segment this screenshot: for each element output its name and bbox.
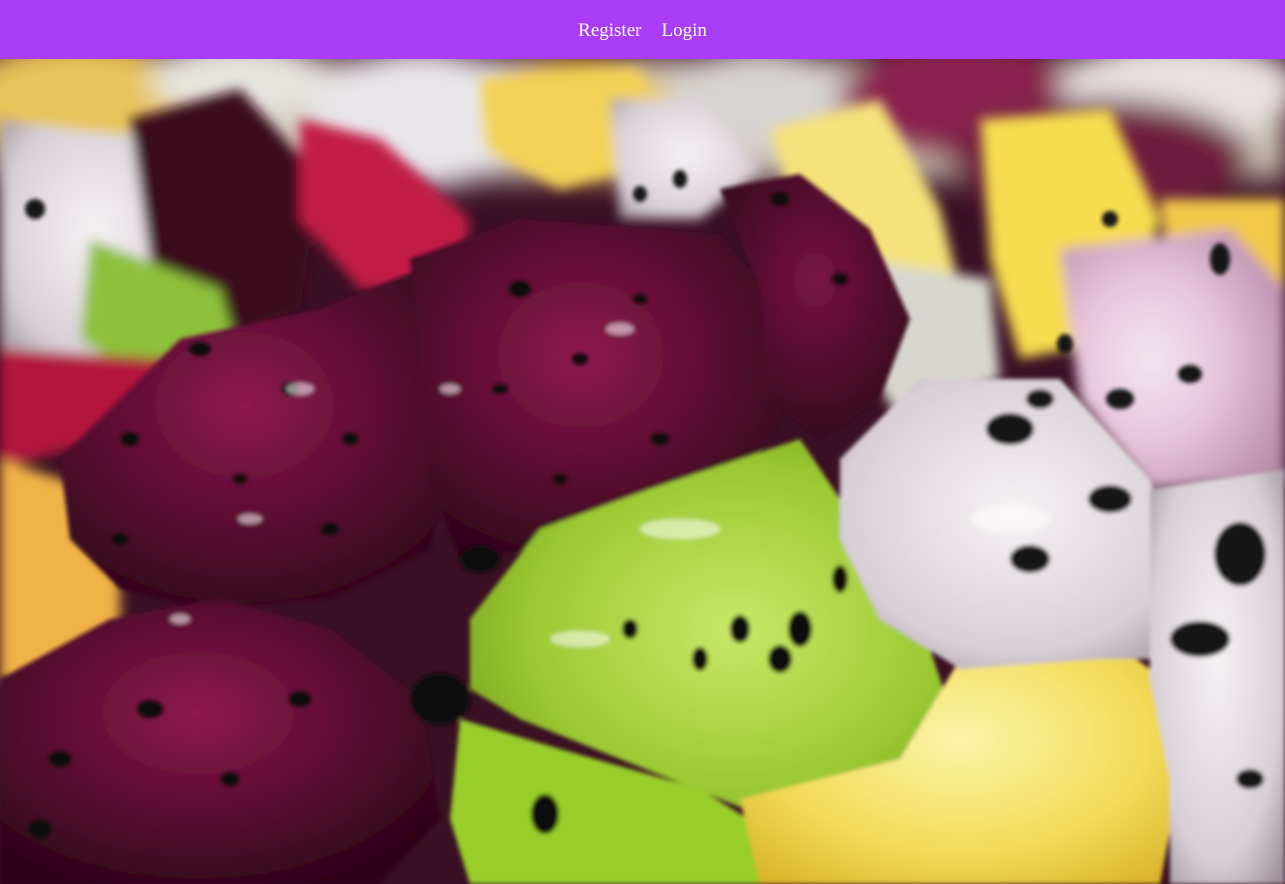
fruit-salad-photo [0,59,1285,884]
login-link[interactable]: Login [661,19,706,40]
top-navbar: Register Login [0,0,1285,59]
register-link[interactable]: Register [578,19,641,40]
hero-image [0,59,1285,884]
